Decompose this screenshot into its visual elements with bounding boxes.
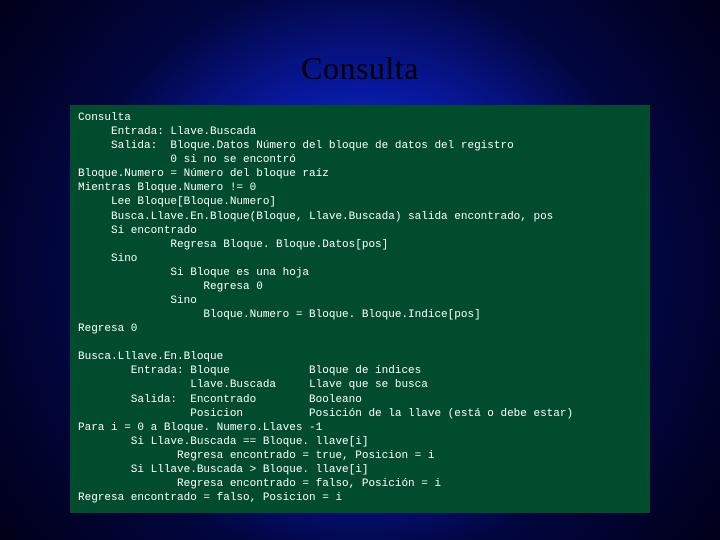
code-block: Consulta Entrada: Llave.Buscada Salida: …	[70, 105, 650, 513]
slide-title: Consulta	[0, 0, 720, 105]
